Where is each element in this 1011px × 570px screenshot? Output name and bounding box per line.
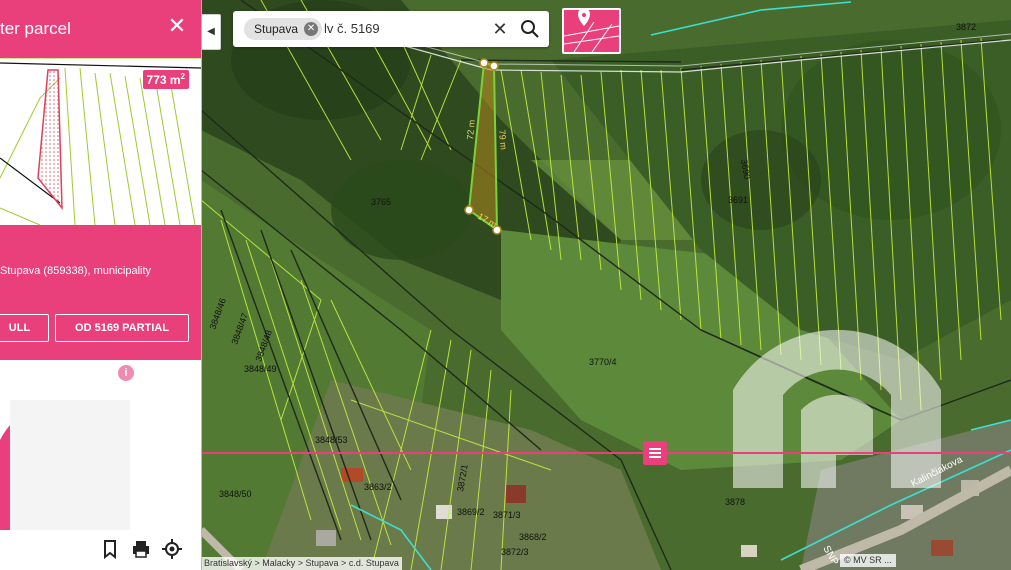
parcel-label: 3848/50: [219, 489, 252, 499]
close-icon[interactable]: ✕: [165, 14, 189, 38]
panel-title: ter parcel: [0, 19, 71, 38]
search-input[interactable]: lv č. 5169: [324, 21, 380, 36]
parcel-label: 3691: [728, 195, 748, 205]
parcel-thumbnail: 773 m2: [0, 58, 201, 225]
parcel-label: 3872: [956, 22, 976, 32]
parcel-label: 3872/3: [501, 547, 529, 557]
location-text: Stupava (859338), municipality: [0, 265, 152, 277]
parcel-label: 3869/2: [457, 507, 485, 517]
panel-footer: [0, 530, 201, 570]
copyright-text: © MV SR ...: [840, 554, 896, 567]
collapse-panel-button[interactable]: ◀: [201, 14, 221, 50]
full-extract-button[interactable]: ULL: [0, 314, 49, 342]
parcel-label: 3848/49: [244, 364, 277, 374]
chip-label: Stupava: [254, 22, 299, 36]
municipality-chip[interactable]: Stupava ✕: [244, 18, 323, 40]
measure-label: 72 m: [465, 119, 477, 140]
panel-ad-area: i: [0, 360, 201, 530]
bookmark-icon[interactable]: [99, 538, 121, 560]
panel-header: ter parcel ✕: [0, 0, 201, 58]
measure-label: 79 m: [497, 129, 509, 150]
parcel-label: 3868/2: [519, 532, 547, 542]
print-icon[interactable]: [130, 538, 152, 560]
brand-logo: [0, 360, 201, 530]
locate-icon[interactable]: [161, 538, 183, 560]
parcel-label: 3765: [371, 197, 391, 207]
map-canvas[interactable]: 72 m 79 m 17 m 3770/4 3848/46 3848/47 38…: [201, 0, 1011, 570]
parcel-label: 3871/3: [493, 510, 521, 520]
compare-split-line[interactable]: [201, 452, 1011, 454]
layer-switch-button[interactable]: [562, 8, 621, 54]
close-icon[interactable]: ✕: [490, 18, 510, 40]
parcel-label: 3848/53: [315, 435, 348, 445]
search-icon[interactable]: [519, 18, 541, 40]
cadastral-map[interactable]: 72 m 79 m 17 m 3770/4 3848/46 3848/47 38…: [201, 0, 1011, 570]
parcel-detail-panel: ter parcel ✕ 773 m2 Stupava (859338), mu…: [0, 0, 202, 570]
search-bar[interactable]: Stupava ✕ lv č. 5169 ✕: [233, 11, 549, 47]
chip-remove-icon[interactable]: ✕: [304, 22, 319, 36]
map-layer-icon: [564, 10, 619, 52]
parcel-info: Stupava (859338), municipality ULL OD 51…: [0, 225, 201, 360]
parcel-label: 3770/4: [589, 357, 617, 367]
partial-extract-button[interactable]: OD 5169 PARTIAL: [55, 314, 189, 342]
parcel-label: 3863/2: [364, 482, 392, 492]
breadcrumb: Bratislavský > Malacky > Stupava > c.d. …: [201, 557, 402, 570]
area-badge: 773 m2: [142, 70, 189, 89]
parcel-label: 3878: [725, 497, 745, 507]
info-icon[interactable]: i: [118, 365, 134, 381]
split-handle[interactable]: [643, 441, 667, 465]
